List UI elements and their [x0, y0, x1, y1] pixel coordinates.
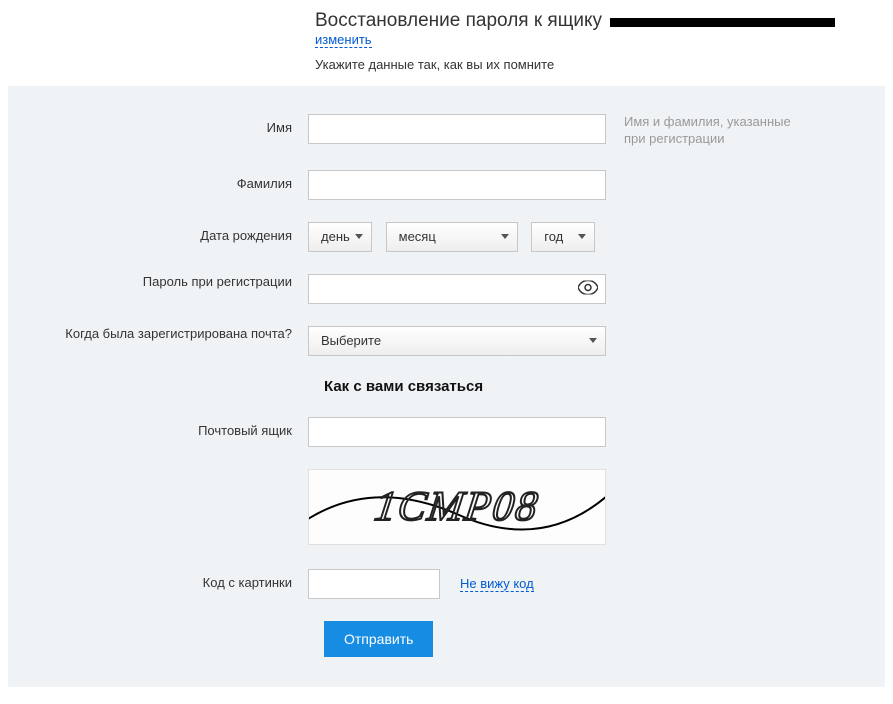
chevron-down-icon: [589, 338, 597, 343]
cant-see-code-link[interactable]: Не вижу код: [460, 576, 534, 592]
chevron-down-icon: [501, 234, 509, 239]
page-subtitle: Укажите данные так, как вы их помните: [315, 57, 893, 72]
last-name-label: Фамилия: [8, 170, 308, 191]
redacted-email: [610, 18, 835, 27]
page-title: Восстановление пароля к ящику: [315, 10, 602, 32]
dob-label: Дата рождения: [8, 222, 308, 243]
mailbox-input[interactable]: [308, 417, 606, 447]
captcha-image: 1CMP08: [308, 469, 606, 545]
dob-day-select[interactable]: день: [308, 222, 372, 252]
when-registered-value: Выберите: [321, 333, 381, 348]
password-input[interactable]: [308, 274, 606, 304]
when-registered-select[interactable]: Выберите: [308, 326, 606, 356]
dob-day-value: день: [321, 229, 350, 244]
change-email-link[interactable]: изменить: [315, 32, 372, 48]
when-registered-label: Когда была зарегистрирована почта?: [8, 326, 308, 343]
form-header: Восстановление пароля к ящику изменить У…: [0, 0, 893, 86]
chevron-down-icon: [578, 234, 586, 239]
first-name-label: Имя: [8, 114, 308, 135]
captcha-code-input[interactable]: [308, 569, 440, 599]
captcha-code-label: Код с картинки: [8, 569, 308, 590]
dob-month-value: месяц: [399, 229, 436, 244]
contact-section-title: Как с вами связаться: [324, 378, 885, 395]
first-name-input[interactable]: [308, 114, 606, 144]
dob-year-value: год: [544, 229, 563, 244]
eye-icon[interactable]: [578, 280, 598, 297]
captcha-text: 1CMP08: [372, 483, 542, 531]
form-area: Имя Имя и фамилия, указанные при регистр…: [8, 86, 885, 687]
password-label: Пароль при регистрации: [8, 274, 308, 291]
submit-button[interactable]: Отправить: [324, 621, 433, 657]
dob-month-select[interactable]: месяц: [386, 222, 518, 252]
dob-year-select[interactable]: год: [531, 222, 595, 252]
chevron-down-icon: [355, 234, 363, 239]
mailbox-label: Почтовый ящик: [8, 417, 308, 438]
last-name-input[interactable]: [308, 170, 606, 200]
name-hint: Имя и фамилия, указанные при регистрации: [608, 114, 808, 148]
